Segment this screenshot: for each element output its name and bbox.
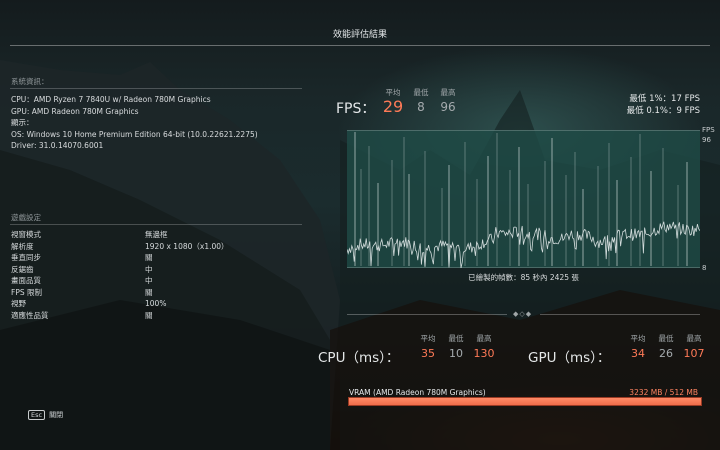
close-label: 關閉 <box>49 411 64 419</box>
gpu-max-header: 最高 <box>686 334 702 343</box>
display-info: 顯示： <box>11 118 34 127</box>
cpu-info: CPU：AMD Ryzen 7 7840U w/ Radeon 780M Gra… <box>11 95 211 104</box>
fps-avg-value: 29 <box>382 97 404 116</box>
frames-rendered-text: 已繪製的幀數：85 秒內 2425 張 <box>468 273 579 282</box>
vram-value: 3232 MB / 512 MB <box>629 388 698 397</box>
cpu-max-value: 130 <box>473 347 495 360</box>
gpu-avg-value: 34 <box>631 347 645 360</box>
fps-min-header: 最低 <box>413 88 429 97</box>
cpu-max-header: 最高 <box>476 334 492 343</box>
fps-min-value: 8 <box>417 100 425 114</box>
cpu-min-header: 最低 <box>448 334 464 343</box>
gpu-avg-header: 平均 <box>630 334 646 343</box>
close-button[interactable]: Esc 關閉 <box>28 410 63 420</box>
title-divider <box>10 45 710 46</box>
fps-axis-min: 8 <box>702 264 707 272</box>
cpu-avg-value: 35 <box>421 347 435 360</box>
fps-max-value: 96 <box>440 100 456 114</box>
stats-divider-left <box>347 314 507 315</box>
setting-row: 垂直同步關 <box>11 253 153 262</box>
gpu-info: GPU: AMD Radeon 780M Graphics <box>11 106 139 116</box>
fps-axis-unit: FPS <box>702 126 715 134</box>
gpu-max-value: 107 <box>683 347 705 360</box>
vram-bar-fill <box>349 398 701 405</box>
fps-graph <box>347 130 700 268</box>
fps-low-01-percent: 最低 0.1%：9 FPS <box>626 106 700 116</box>
cpu-min-value: 10 <box>449 347 463 360</box>
fps-axis-max: 96 <box>702 136 711 144</box>
setting-row: 解析度 1920 x 1080（x1.00） <box>11 241 229 251</box>
game-settings-header: 遊戲設定 <box>11 213 41 222</box>
diamond-ornament-icon: ◆◇◆ <box>513 310 533 318</box>
page-title: 效能評估結果 <box>332 30 387 40</box>
cpu-avg-header: 平均 <box>420 334 436 343</box>
gpu-min-header: 最低 <box>658 334 674 343</box>
cpu-ms-label: CPU（ms）： <box>318 350 400 366</box>
fps-low-1-percent: 最低 1%：17 FPS <box>629 94 700 104</box>
setting-row: 適應性品質關 <box>11 310 153 320</box>
setting-row: 畫面品質中 <box>11 276 153 285</box>
system-info-divider <box>10 88 302 89</box>
fps-label: FPS： <box>336 101 376 117</box>
system-info-header: 系統資訊： <box>11 77 49 86</box>
stats-divider-right <box>540 314 700 315</box>
game-settings-divider <box>10 224 302 225</box>
esc-key-icon: Esc <box>28 410 46 420</box>
setting-row: 反鋸齒中 <box>11 264 153 274</box>
vram-bar <box>348 397 702 406</box>
vram-label: VRAM (AMD Radeon 780M Graphics) <box>349 388 486 397</box>
setting-row: FPS 限制關 <box>11 287 153 297</box>
system-info: CPU：AMD Ryzen 7 7840U w/ Radeon 780M Gra… <box>11 94 258 152</box>
fps-graph-background <box>347 130 700 268</box>
gpu-min-value: 26 <box>659 347 673 360</box>
gpu-ms-label: GPU（ms）： <box>528 350 611 366</box>
driver-info: Driver: 31.0.14070.6001 <box>11 141 104 150</box>
os-info: OS: Windows 10 Home Premium Edition 64-b… <box>11 129 258 139</box>
fps-max-header: 最高 <box>440 88 456 97</box>
setting-row: 視窗模式 無邊框 <box>11 230 168 239</box>
setting-row: 視野 100% <box>11 299 167 308</box>
